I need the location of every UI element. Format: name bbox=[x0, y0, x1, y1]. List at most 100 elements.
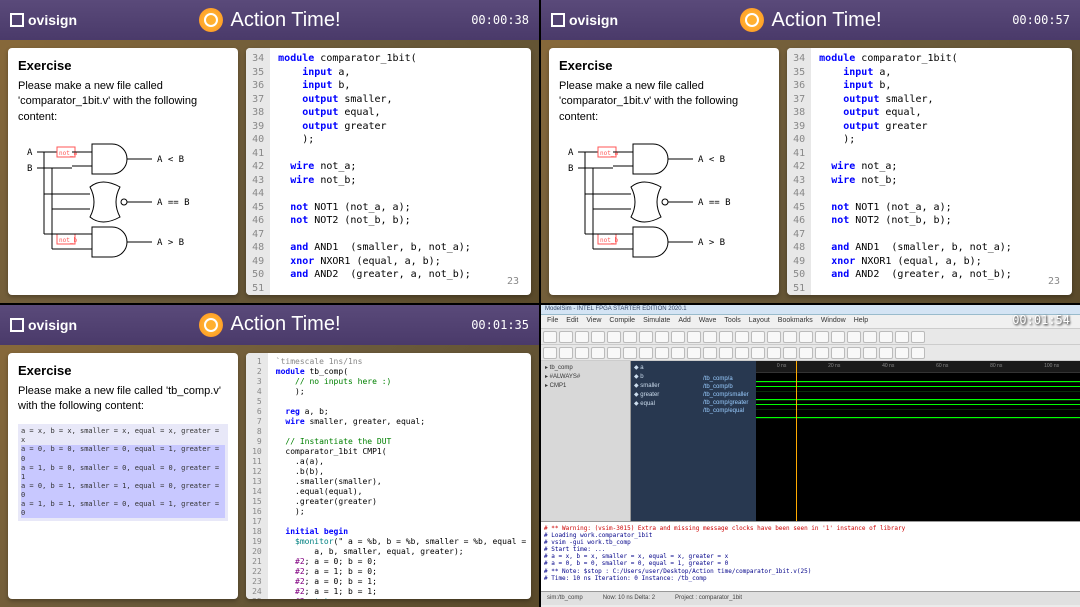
menu-item[interactable]: Wave bbox=[699, 317, 717, 326]
toolbar-button[interactable] bbox=[847, 347, 861, 359]
wave-signal[interactable]: /tb_comp/b bbox=[703, 383, 754, 391]
toolbar-button[interactable] bbox=[863, 347, 877, 359]
truth-table: a = x, b = x, smaller = x, equal = x, gr… bbox=[18, 424, 228, 521]
menu-item[interactable]: File bbox=[547, 317, 558, 326]
toolbar-button[interactable] bbox=[687, 331, 701, 343]
svg-text:B: B bbox=[27, 164, 32, 174]
toolbar-button[interactable] bbox=[767, 347, 781, 359]
toolbar-button[interactable] bbox=[799, 347, 813, 359]
menu-item[interactable]: Tools bbox=[724, 317, 740, 326]
svg-text:A > B: A > B bbox=[698, 238, 725, 248]
toolbar-button[interactable] bbox=[655, 347, 669, 359]
toolbar-button[interactable] bbox=[671, 331, 685, 343]
toolbar-button[interactable] bbox=[559, 331, 573, 343]
toolbar-button[interactable] bbox=[895, 347, 909, 359]
code-content[interactable]: module comparator_1bit( input a, input b… bbox=[270, 48, 531, 295]
object-item[interactable]: ◆ smaller bbox=[633, 381, 699, 390]
code-content[interactable]: `timescale 1ns/1nsmodule tb_comp( // no … bbox=[268, 353, 531, 600]
toolbar-button[interactable] bbox=[783, 331, 797, 343]
toolbar-button[interactable] bbox=[703, 347, 717, 359]
video-panel-4: 00:01:54 ModelSim - INTEL FPGA STARTER E… bbox=[541, 305, 1080, 607]
wave-signal[interactable]: /tb_comp/equal bbox=[703, 407, 754, 415]
toolbar-button[interactable] bbox=[751, 347, 765, 359]
wave-pane[interactable]: /tb_comp/a/tb_comp/b/tb_comp/smaller/tb_… bbox=[701, 361, 1080, 521]
toolbar[interactable] bbox=[541, 329, 1080, 345]
toolbar-button[interactable] bbox=[575, 347, 589, 359]
menu-item[interactable]: Layout bbox=[749, 317, 770, 326]
svg-text:A < B: A < B bbox=[157, 155, 184, 165]
menu-item[interactable]: Compile bbox=[609, 317, 635, 326]
toolbar-button[interactable] bbox=[591, 331, 605, 343]
menu-item[interactable]: Help bbox=[854, 317, 868, 326]
menu-item[interactable]: Bookmarks bbox=[778, 317, 813, 326]
wave-signal[interactable]: /tb_comp/a bbox=[703, 375, 754, 383]
toolbar-button[interactable] bbox=[671, 347, 685, 359]
toolbar-button[interactable] bbox=[703, 331, 717, 343]
menubar[interactable]: File Edit View Compile Simulate Add Wave Tools L… bbox=[541, 315, 1080, 329]
toolbar-button[interactable] bbox=[719, 347, 733, 359]
wave-area[interactable]: 0 ns20 ns40 ns60 ns80 ns100 ns bbox=[756, 361, 1080, 521]
toolbar-button[interactable] bbox=[799, 331, 813, 343]
tree-item[interactable]: ▸ #ALWAYS# bbox=[543, 372, 628, 381]
logic-diagram: A B not_a A < B bbox=[559, 135, 769, 263]
toolbar-button[interactable] bbox=[831, 331, 845, 343]
toolbar-button[interactable] bbox=[767, 331, 781, 343]
toolbar-button[interactable] bbox=[607, 347, 621, 359]
menu-item[interactable]: Add bbox=[678, 317, 690, 326]
object-item[interactable]: ◆ b bbox=[633, 372, 699, 381]
wave-signal[interactable]: /tb_comp/greater bbox=[703, 399, 754, 407]
toolbar-button[interactable] bbox=[591, 347, 605, 359]
toolbar-button[interactable] bbox=[879, 331, 893, 343]
menu-item[interactable]: Edit bbox=[566, 317, 578, 326]
page-number: 23 bbox=[507, 275, 519, 289]
menu-item[interactable]: View bbox=[586, 317, 601, 326]
toolbar-button[interactable] bbox=[623, 347, 637, 359]
toolbar-button[interactable] bbox=[831, 347, 845, 359]
menu-item[interactable]: Window bbox=[821, 317, 846, 326]
tree-item[interactable]: ▸ CMP1 bbox=[543, 381, 628, 390]
toolbar-button[interactable] bbox=[735, 331, 749, 343]
object-item[interactable]: ◆ greater bbox=[633, 390, 699, 399]
toolbar-button[interactable] bbox=[735, 347, 749, 359]
slide-title: Action Time! bbox=[198, 313, 340, 337]
toolbar-button[interactable] bbox=[815, 331, 829, 343]
transcript-pane[interactable]: # ** Warning: (vsim-3015) Extra and miss… bbox=[541, 521, 1080, 591]
toolbar-button[interactable] bbox=[719, 331, 733, 343]
code-content[interactable]: module comparator_1bit( input a, input b… bbox=[811, 48, 1072, 295]
svg-text:not_a: not_a bbox=[600, 150, 618, 157]
toolbar-button[interactable] bbox=[639, 347, 653, 359]
toolbar-button[interactable] bbox=[623, 331, 637, 343]
sim-structure-pane[interactable]: ▸ tb_comp▸ #ALWAYS#▸ CMP1 bbox=[541, 361, 631, 521]
toolbar-button[interactable] bbox=[879, 347, 893, 359]
toolbar-button[interactable] bbox=[607, 331, 621, 343]
toolbar-button[interactable] bbox=[559, 347, 573, 359]
toolbar-button[interactable] bbox=[815, 347, 829, 359]
toolbar-button[interactable] bbox=[863, 331, 877, 343]
code-editor[interactable]: 1234567891011121314151617181920212223242… bbox=[246, 353, 531, 600]
object-item[interactable]: ◆ a bbox=[633, 363, 699, 372]
menu-item[interactable]: Simulate bbox=[643, 317, 670, 326]
code-editor[interactable]: 34353637383940414243444546474849505152 m… bbox=[246, 48, 531, 295]
wave-ruler: 0 ns20 ns40 ns60 ns80 ns100 ns bbox=[756, 361, 1080, 373]
objects-pane[interactable]: ◆ a◆ b◆ smaller◆ greater◆ equal bbox=[631, 361, 701, 521]
object-item[interactable]: ◆ equal bbox=[633, 399, 699, 408]
toolbar-button[interactable] bbox=[911, 331, 925, 343]
toolbar-button[interactable] bbox=[575, 331, 589, 343]
wave-signal-list[interactable]: /tb_comp/a/tb_comp/b/tb_comp/smaller/tb_… bbox=[701, 361, 756, 521]
toolbar-button[interactable] bbox=[639, 331, 653, 343]
tree-item[interactable]: ▸ tb_comp bbox=[543, 363, 628, 372]
toolbar-button[interactable] bbox=[543, 347, 557, 359]
toolbar-button[interactable] bbox=[543, 331, 557, 343]
toolbar-button[interactable] bbox=[655, 331, 669, 343]
wave-cursor[interactable] bbox=[796, 361, 797, 521]
toolbar-button[interactable] bbox=[783, 347, 797, 359]
wave-signal[interactable]: /tb_comp/smaller bbox=[703, 391, 754, 399]
toolbar-button[interactable] bbox=[751, 331, 765, 343]
code-editor[interactable]: 34353637383940414243444546474849505152 m… bbox=[787, 48, 1072, 295]
toolbar-button[interactable] bbox=[687, 347, 701, 359]
toolbar-button[interactable] bbox=[895, 331, 909, 343]
toolbar-button[interactable] bbox=[911, 347, 925, 359]
window-titlebar: ModelSim - INTEL FPGA STARTER EDITION 20… bbox=[541, 305, 1080, 315]
toolbar-button[interactable] bbox=[847, 331, 861, 343]
toolbar-2[interactable] bbox=[541, 345, 1080, 361]
